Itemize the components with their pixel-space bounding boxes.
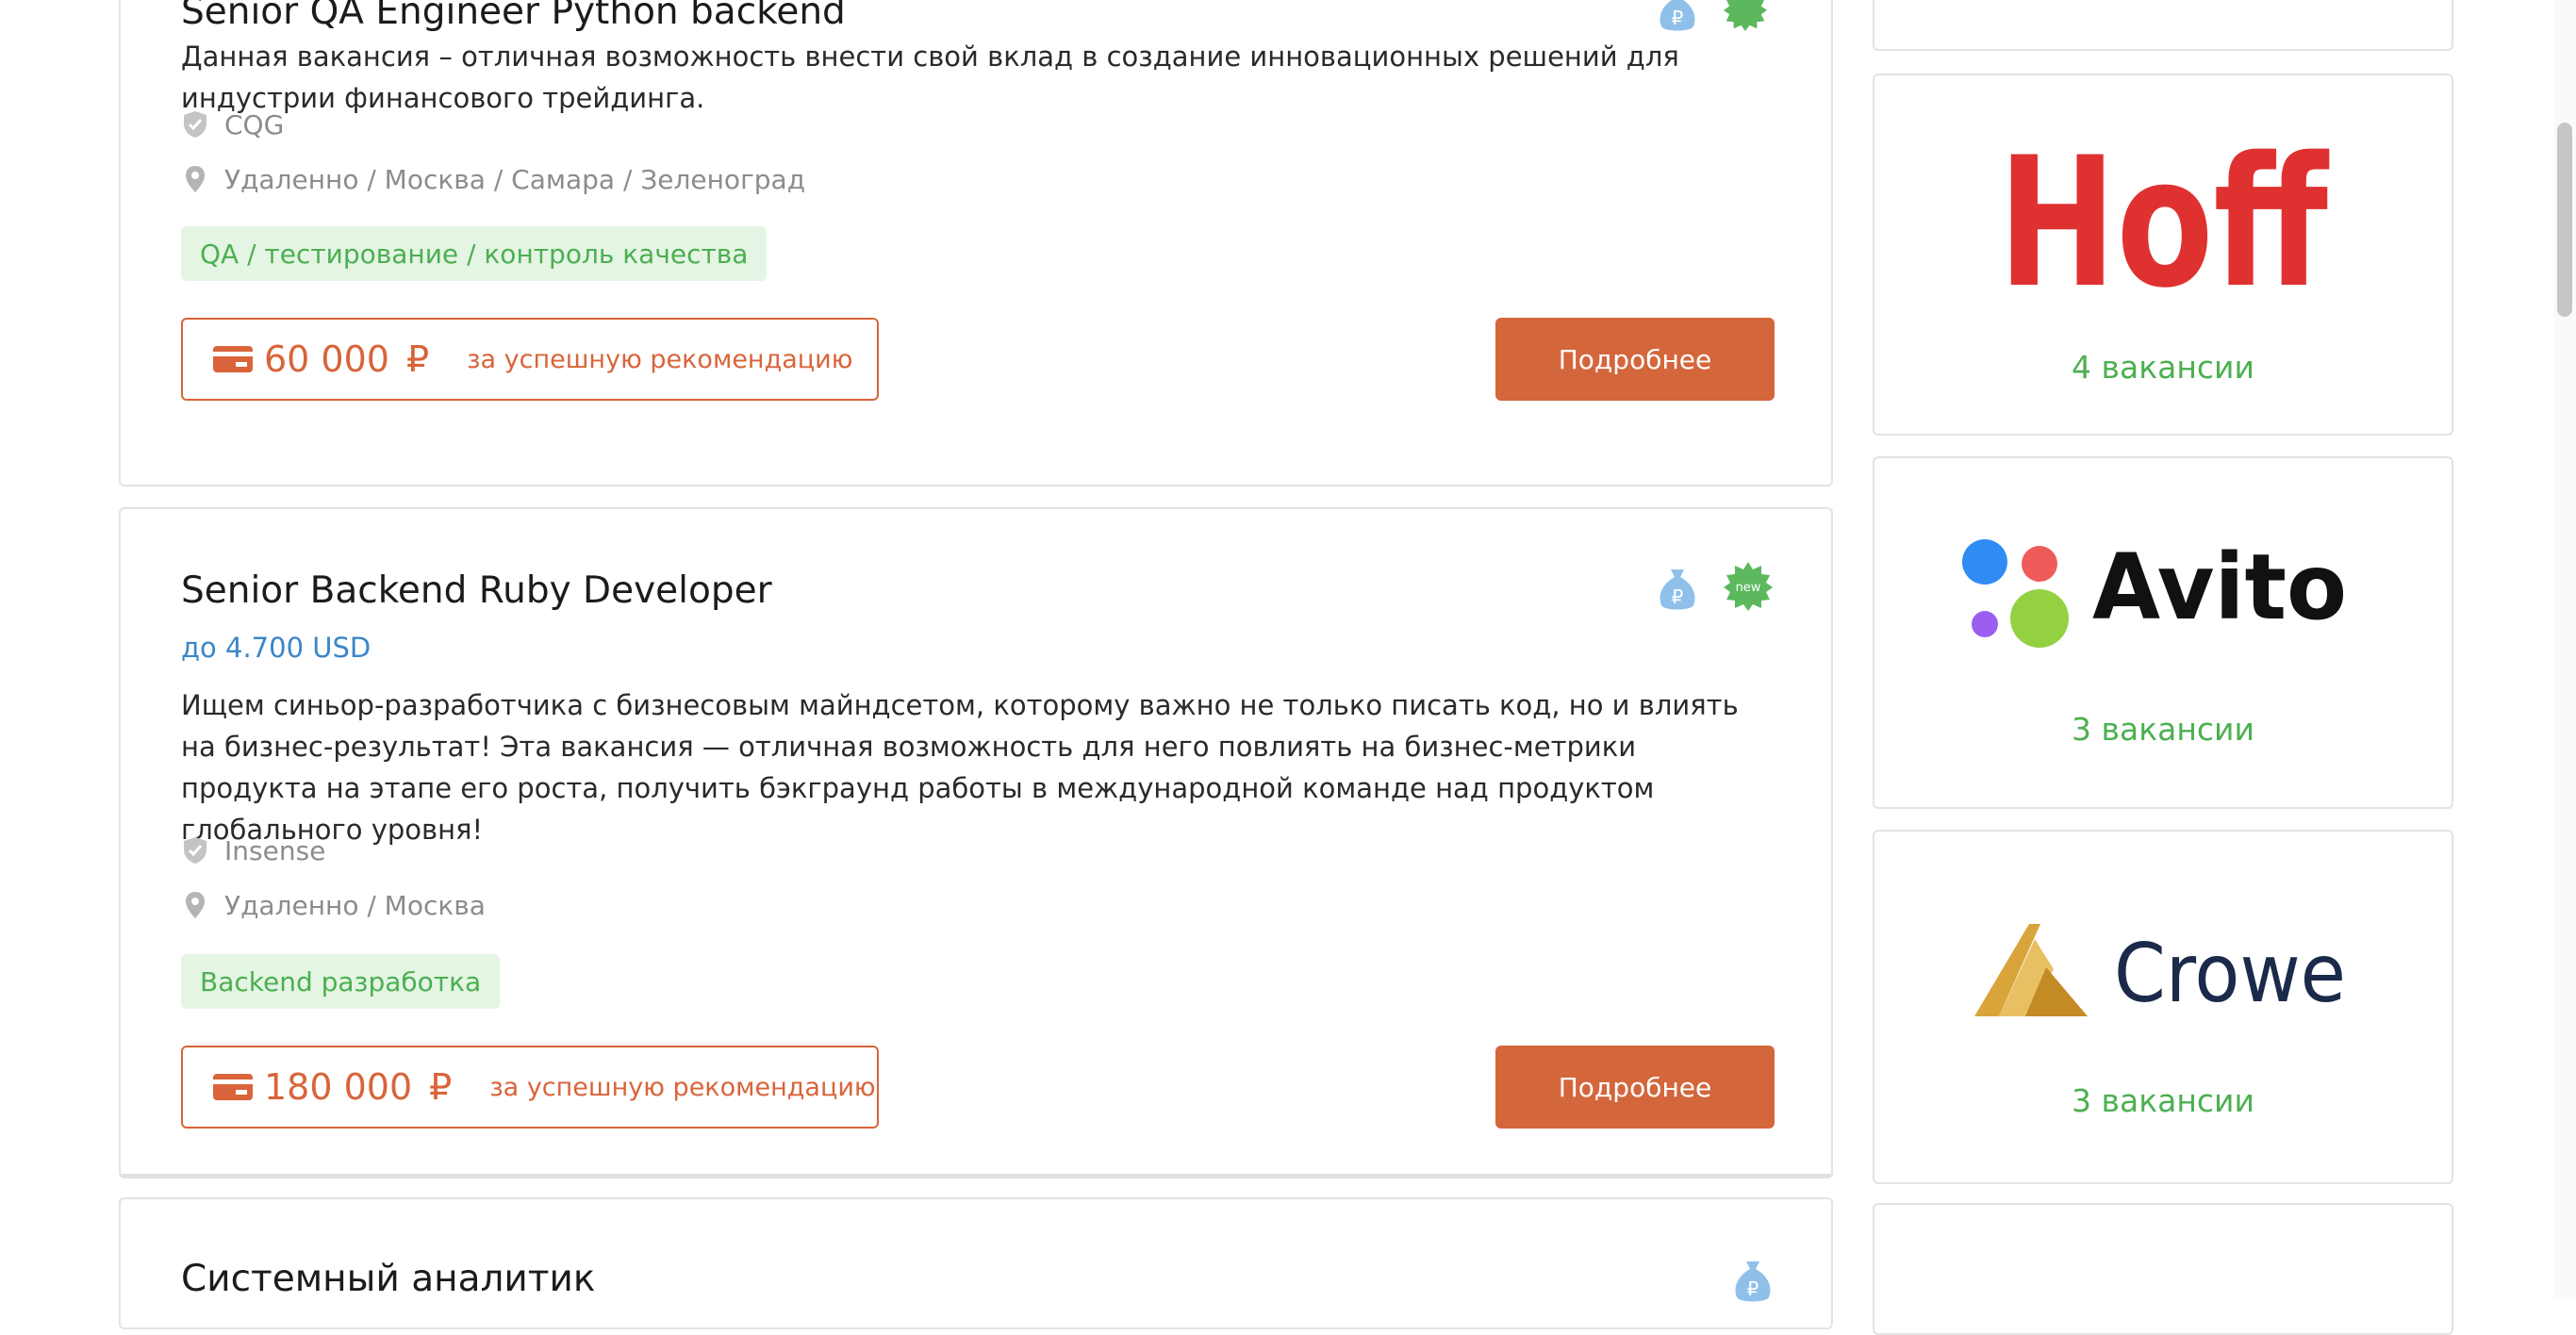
company-name[interactable]: CQG [224, 109, 284, 140]
company-card-crowe[interactable]: Crowe 3 вакансии [1873, 830, 2453, 1184]
reward-amount: 180 000 [264, 1066, 413, 1108]
company-logo-hoff: Hoff [1998, 143, 2330, 313]
details-button[interactable]: Подробнее [1495, 1046, 1775, 1129]
referral-reward: 60 000 ₽ за успешную рекомендацию [181, 318, 879, 401]
new-badge-label: new [1736, 581, 1761, 595]
vacancy-title[interactable]: Senior Backend Ruby Developer [181, 569, 772, 612]
svg-text:₽: ₽ [1672, 585, 1684, 608]
company-card-avito[interactable]: Avito 3 вакансии [1873, 456, 2453, 809]
vacancy-card: Системный аналитик ₽ [119, 1197, 1833, 1329]
location-row: Удаленно / Москва / Самара / Зеленоград [181, 160, 805, 198]
company-row: Insense [181, 832, 325, 869]
category-tag[interactable]: Backend разработка [181, 954, 501, 1009]
new-badge-icon [1724, 0, 1767, 31]
company-vacancy-count[interactable]: 3 вакансии [1874, 1082, 2452, 1119]
location-text: Удаленно / Москва [224, 889, 486, 921]
page: Senior QA Engineer Python backend ₽ Данн… [0, 0, 2576, 1335]
vacancy-title[interactable]: Системный аналитик [181, 1258, 595, 1300]
company-name[interactable]: Insense [224, 835, 325, 866]
vacancy-salary: до 4.700 USD [181, 632, 372, 664]
currency-symbol: ₽ [429, 1066, 453, 1108]
card-icon [213, 346, 253, 372]
company-logo-avito: Avito [1962, 535, 2347, 648]
money-bag-icon: ₽ [1660, 0, 1695, 31]
money-bag-icon: ₽ [1735, 1261, 1771, 1302]
svg-text:₽: ₽ [1672, 7, 1684, 29]
currency-symbol: ₽ [405, 338, 430, 380]
avito-logo-text: Avito [2092, 535, 2347, 640]
location-pin-icon [181, 163, 209, 195]
location-row: Удаленно / Москва [181, 886, 486, 924]
vacancy-description: Данная вакансия – отличная возможность в… [181, 41, 1679, 114]
scrollbar-thumb[interactable] [2557, 123, 2572, 317]
company-vacancy-count[interactable]: 4 вакансии [1874, 349, 2452, 386]
company-logo-crowe: Crowe [1974, 924, 2346, 1021]
vacancy-title[interactable]: Senior QA Engineer Python backend [181, 0, 846, 33]
location-text: Удаленно / Москва / Самара / Зеленоград [224, 163, 806, 195]
money-bag-icon: ₽ [1660, 569, 1695, 610]
location-pin-icon [181, 889, 209, 921]
company-card-partial[interactable] [1873, 1203, 2453, 1335]
card-icon [213, 1074, 253, 1100]
vacancy-card: Senior QA Engineer Python backend ₽ Данн… [119, 0, 1833, 486]
vacancy-card: Senior Backend Ruby Developer ₽ new до 4… [119, 507, 1833, 1178]
company-card-hoff[interactable]: Hoff 4 вакансии [1873, 74, 2453, 436]
reward-amount: 60 000 [264, 338, 389, 380]
company-vacancy-count[interactable]: 3 вакансии [1874, 711, 2452, 748]
hoff-logo-text: Hoff [1998, 143, 2330, 313]
details-button[interactable]: Подробнее [1495, 318, 1775, 401]
referral-reward: 180 000 ₽ за успешную рекомендацию [181, 1046, 879, 1129]
company-card-partial[interactable] [1873, 0, 2453, 51]
svg-text:₽: ₽ [1747, 1277, 1759, 1300]
reward-caption: за успешную рекомендацию [489, 1072, 876, 1102]
company-row: CQG [181, 106, 284, 143]
crowe-logo-text: Crowe [2114, 927, 2346, 1021]
category-tag[interactable]: QA / тестирование / контроль качества [181, 226, 768, 281]
shield-check-icon [181, 834, 209, 866]
shield-check-icon [181, 108, 209, 140]
reward-caption: за успешную рекомендацию [467, 344, 853, 374]
new-badge-icon: new [1724, 562, 1773, 611]
vacancy-description: Ищем синьор-разработчика с бизнесовым ма… [181, 689, 1739, 846]
